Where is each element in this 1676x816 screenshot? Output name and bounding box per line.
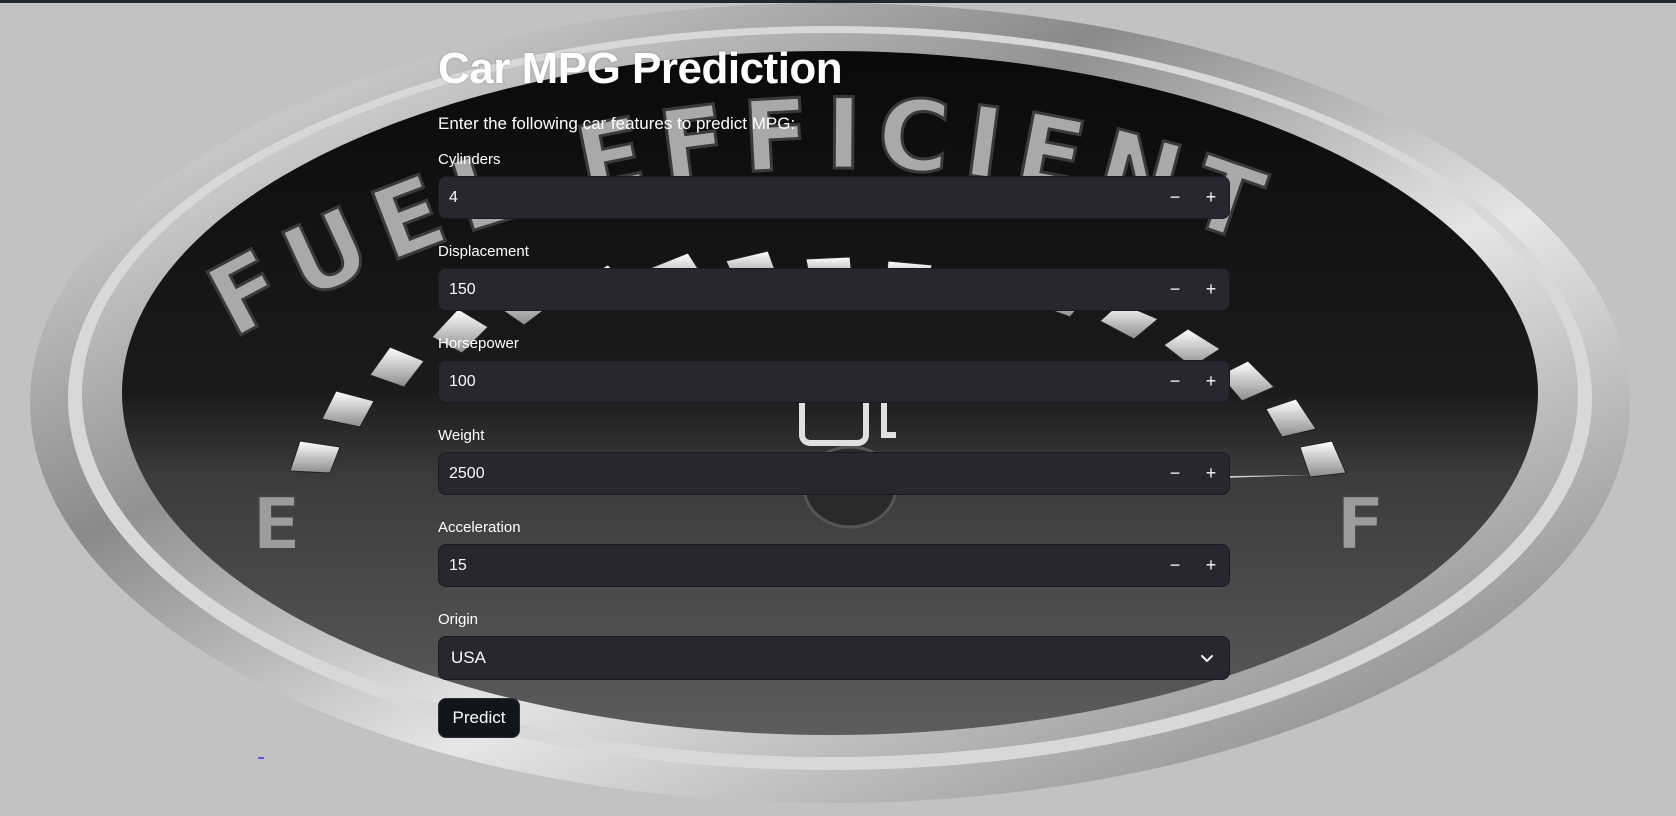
predict-button[interactable]: Predict [438, 698, 520, 738]
acceleration-label: Acceleration [438, 519, 521, 536]
weight-input[interactable] [439, 452, 1157, 495]
main-form: Car MPG Prediction Enter the following c… [438, 41, 1230, 738]
cylinders-input[interactable] [439, 176, 1157, 219]
horsepower-decrement-button[interactable]: − [1157, 361, 1193, 402]
intro-text: Enter the following car features to pred… [438, 114, 796, 133]
origin-selected-value: USA [451, 648, 486, 667]
acceleration-field: − + [438, 544, 1230, 587]
displacement-label: Displacement [438, 243, 529, 260]
acceleration-input[interactable] [439, 544, 1157, 587]
gauge-full-mark: F [1336, 482, 1385, 566]
app-viewport: E F FUEL EFFICIENT Car MPG Prediction En… [0, 0, 1676, 816]
weight-decrement-button[interactable]: − [1157, 453, 1193, 494]
origin-label: Origin [438, 611, 479, 628]
cylinders-label: Cylinders [438, 151, 501, 168]
gauge-empty-mark: E [252, 482, 301, 566]
horsepower-field: − + [438, 360, 1230, 403]
stray-mark [258, 757, 264, 759]
displacement-increment-button[interactable]: + [1193, 269, 1229, 310]
cylinders-field: − + [438, 176, 1230, 219]
weight-field: − + [438, 452, 1230, 495]
horsepower-label: Horsepower [438, 335, 519, 352]
horsepower-increment-button[interactable]: + [1193, 361, 1229, 402]
chevron-down-icon [1197, 648, 1217, 668]
displacement-decrement-button[interactable]: − [1157, 269, 1193, 310]
cylinders-increment-button[interactable]: + [1193, 177, 1229, 218]
page-title: Car MPG Prediction [438, 44, 843, 93]
displacement-input[interactable] [439, 268, 1157, 311]
acceleration-increment-button[interactable]: + [1193, 545, 1229, 586]
weight-label: Weight [438, 427, 485, 444]
origin-select[interactable]: USA [438, 636, 1230, 680]
weight-increment-button[interactable]: + [1193, 453, 1229, 494]
displacement-field: − + [438, 268, 1230, 311]
acceleration-decrement-button[interactable]: − [1157, 545, 1193, 586]
horsepower-input[interactable] [439, 360, 1157, 403]
cylinders-decrement-button[interactable]: − [1157, 177, 1193, 218]
